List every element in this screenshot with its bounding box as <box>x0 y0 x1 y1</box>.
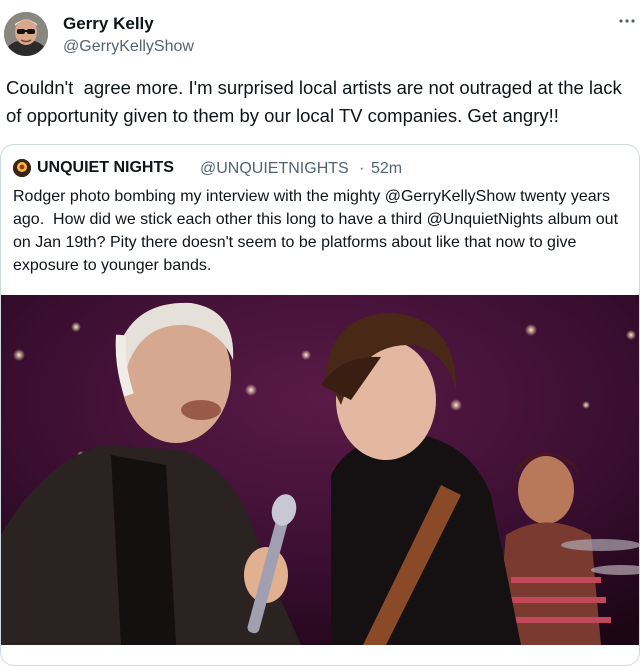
quoted-avatar-image <box>13 159 31 177</box>
concert-photo <box>1 295 639 645</box>
quoted-tweet-text: Rodger photo bombing my interview with t… <box>13 188 623 274</box>
quoted-tweet-header: UNQUIET NIGHTS @UNQUIETNIGHTS · 52m <box>13 157 633 179</box>
author-display-name[interactable]: Gerry Kelly <box>63 14 154 34</box>
more-horizontal-icon <box>619 19 635 23</box>
tweet-header: Gerry Kelly @GerryKellyShow <box>0 0 640 70</box>
author-avatar-image <box>4 12 48 56</box>
quoted-tweet-card[interactable]: UNQUIET NIGHTS @UNQUIETNIGHTS · 52m Rodg… <box>0 144 640 666</box>
quoted-separator: · <box>359 160 365 177</box>
author-handle[interactable]: @GerryKellyShow <box>63 38 194 56</box>
quoted-author-avatar <box>13 159 31 177</box>
quoted-author-display-name: UNQUIET NIGHTS <box>37 159 174 176</box>
quoted-tweet-photo[interactable] <box>1 295 639 645</box>
tweet-text: Couldn't agree more. I'm surprised local… <box>6 77 627 126</box>
quoted-timestamp: 52m <box>371 160 403 177</box>
quoted-author-handle: @UNQUIETNIGHTS <box>200 160 349 177</box>
author-avatar[interactable] <box>4 12 48 56</box>
more-options-button[interactable] <box>617 14 637 28</box>
